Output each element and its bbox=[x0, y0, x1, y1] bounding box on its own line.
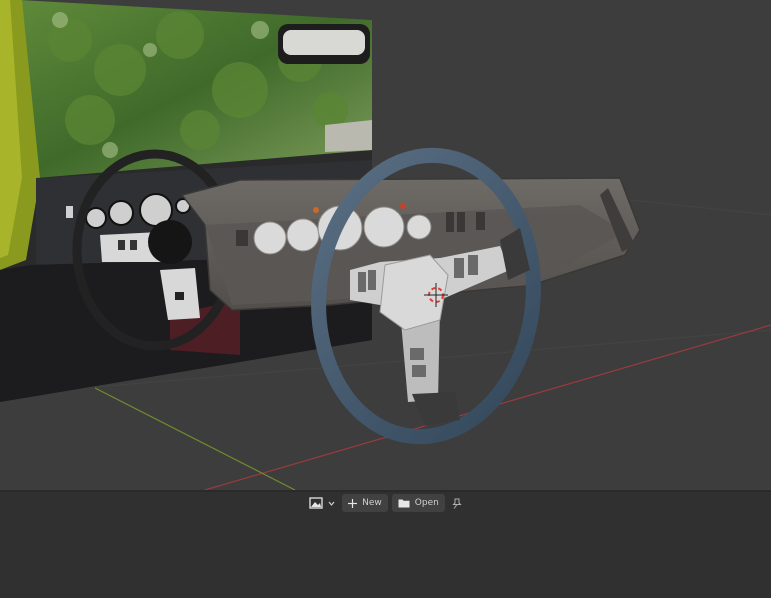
plus-icon bbox=[348, 498, 358, 508]
new-button-label: New bbox=[362, 498, 382, 508]
image-editor-header: New Open bbox=[0, 492, 771, 514]
chevron-down-icon bbox=[328, 501, 335, 506]
open-image-button[interactable]: Open bbox=[391, 494, 445, 512]
open-button-label: Open bbox=[414, 498, 439, 508]
3d-viewport[interactable] bbox=[0, 0, 771, 490]
pin-icon bbox=[452, 498, 462, 509]
pin-button[interactable] bbox=[449, 494, 465, 512]
folder-icon bbox=[398, 498, 410, 508]
image-editor-icon bbox=[309, 497, 323, 509]
image-editor-area[interactable]: New Open bbox=[0, 492, 771, 598]
editor-type-button[interactable] bbox=[306, 494, 338, 512]
y-axis-line bbox=[94, 387, 296, 490]
viewport-scene bbox=[0, 0, 771, 490]
new-image-button[interactable]: New bbox=[342, 494, 388, 512]
